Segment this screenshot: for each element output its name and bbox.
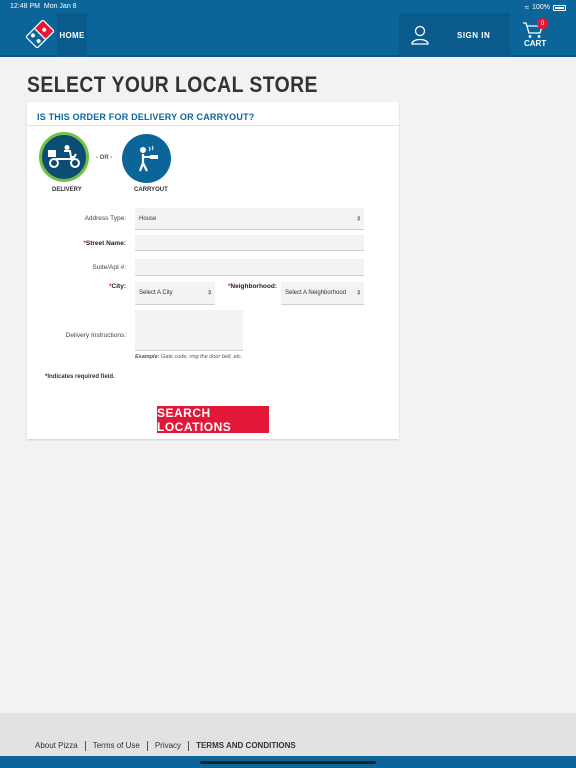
cart-button[interactable]: 0 CART bbox=[510, 13, 576, 57]
address-type-value: House bbox=[139, 215, 157, 222]
app-header: 12:48 PM Mon Jan 8 ≈ 100% HOME SIGN IN 0… bbox=[0, 0, 576, 57]
city-label: *City: bbox=[87, 283, 126, 290]
wifi-icon: ≈ bbox=[524, 3, 530, 12]
city-label-text: City: bbox=[111, 283, 126, 290]
sign-in-button[interactable]: SIGN IN bbox=[399, 13, 510, 57]
page-title: SELECT YOUR LOCAL STORE bbox=[27, 72, 318, 97]
home-indicator[interactable] bbox=[200, 761, 376, 764]
order-type-heading: IS THIS ORDER FOR DELIVERY OR CARRYOUT? bbox=[37, 112, 255, 122]
sign-in-label: SIGN IN bbox=[457, 31, 491, 40]
footer-link-privacy[interactable]: Privacy bbox=[148, 741, 190, 751]
street-name-label: *Street Name: bbox=[47, 240, 126, 247]
store-locator-form: IS THIS ORDER FOR DELIVERY OR CARRYOUT? … bbox=[27, 102, 399, 439]
instructions-example: Example: Gate code, ring the door bell, … bbox=[135, 354, 242, 360]
suite-apt-label: Suite/Apt #: bbox=[92, 264, 126, 271]
footer-links: About Pizza Terms of Use Privacy TERMS A… bbox=[35, 741, 303, 751]
neighborhood-label: *Neighborhood: bbox=[222, 283, 277, 290]
street-name-label-text: Street Name: bbox=[85, 240, 126, 247]
neighborhood-value: Select A Neighborhood bbox=[285, 290, 347, 296]
example-text: Gate code, ring the door bell, etc. bbox=[161, 354, 243, 360]
street-name-input[interactable] bbox=[135, 235, 364, 251]
address-type-label: Address Type: bbox=[84, 215, 126, 222]
select-arrows-icon: ⇕ bbox=[355, 290, 361, 297]
carryout-label: CARRYOUT bbox=[134, 187, 168, 193]
footer-link-terms-and-conditions[interactable]: TERMS AND CONDITIONS bbox=[189, 741, 303, 751]
user-icon bbox=[411, 25, 429, 45]
carryout-option[interactable] bbox=[122, 134, 171, 183]
cart-label: CART bbox=[524, 39, 547, 48]
carryout-person-icon bbox=[138, 145, 158, 171]
divider bbox=[27, 125, 399, 126]
required-field-note: *Indicates required field. bbox=[45, 374, 115, 380]
select-arrows-icon: ⇕ bbox=[206, 290, 212, 297]
delivery-instructions-textarea[interactable] bbox=[135, 310, 243, 351]
status-indicators: ≈ 100% bbox=[525, 3, 566, 12]
footer-link-terms-of-use[interactable]: Terms of Use bbox=[86, 741, 148, 751]
city-value: Select A City bbox=[139, 290, 173, 296]
date-text: Mon Jan 8 bbox=[43, 3, 77, 10]
select-arrows-icon: ⇕ bbox=[355, 216, 361, 222]
city-select[interactable]: Select A City ⇕ bbox=[135, 282, 215, 305]
neighborhood-select[interactable]: Select A Neighborhood ⇕ bbox=[281, 282, 364, 305]
scooter-icon bbox=[48, 145, 80, 168]
battery-text: 100% bbox=[532, 4, 550, 11]
nav-home[interactable]: HOME bbox=[57, 13, 87, 57]
delivery-label: DELIVERY bbox=[52, 187, 82, 193]
suite-apt-input[interactable] bbox=[135, 259, 364, 276]
delivery-option[interactable] bbox=[39, 132, 89, 182]
battery-icon bbox=[553, 4, 566, 11]
nav-home-label: HOME bbox=[59, 30, 85, 40]
or-separator: - OR - bbox=[96, 155, 113, 161]
example-prefix: Example: bbox=[135, 354, 160, 360]
status-bar: 12:48 PM Mon Jan 8 ≈ 100% bbox=[0, 0, 576, 13]
search-locations-button[interactable]: SEARCH LOCATIONS bbox=[157, 405, 269, 434]
clock-text: 12:48 PM bbox=[10, 3, 40, 10]
neighborhood-label-text: Neighborhood: bbox=[230, 283, 277, 290]
address-type-select[interactable]: House ⇕ bbox=[135, 208, 364, 230]
footer-link-about-pizza[interactable]: About Pizza bbox=[35, 741, 86, 751]
search-locations-label: SEARCH LOCATIONS bbox=[157, 405, 232, 434]
dominos-logo[interactable] bbox=[26, 20, 54, 48]
delivery-instructions-label: Delivery Instructions: bbox=[65, 332, 126, 339]
status-time: 12:48 PM Mon Jan 8 bbox=[10, 3, 77, 10]
cart-count-badge: 0 bbox=[537, 18, 548, 29]
